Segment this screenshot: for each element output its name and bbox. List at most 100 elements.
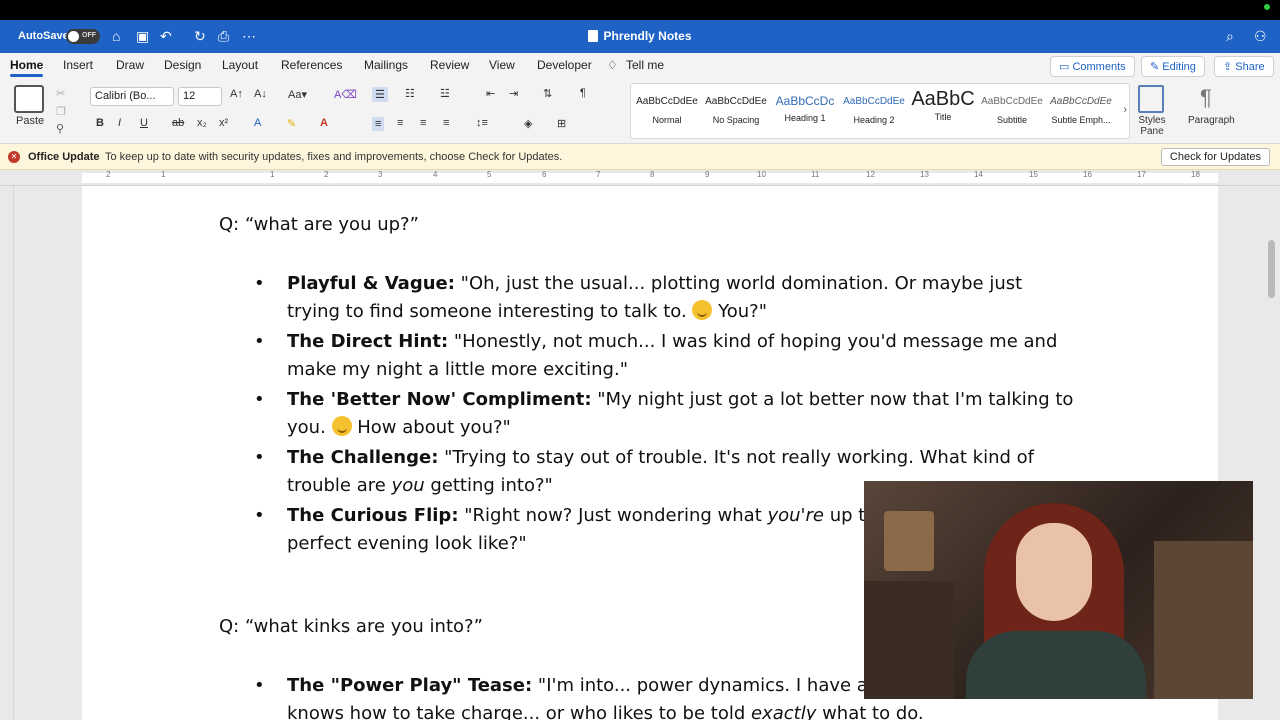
style-subtitle[interactable]: AaBbCcDdEe Subtitle bbox=[978, 88, 1046, 136]
underline-icon[interactable]: U bbox=[140, 117, 148, 129]
copy-icon[interactable]: ❐ bbox=[56, 105, 66, 118]
clear-format-icon[interactable]: A⌫ bbox=[334, 88, 357, 101]
tab-design[interactable]: Design bbox=[164, 58, 201, 72]
tab-view[interactable]: View bbox=[489, 58, 515, 72]
comments-button[interactable]: ▭ Comments bbox=[1050, 56, 1135, 77]
ruler-number: 3 bbox=[378, 170, 383, 179]
ruler-number: 1 bbox=[270, 170, 275, 179]
document-icon bbox=[588, 30, 599, 42]
check-updates-button[interactable]: Check for Updates bbox=[1160, 148, 1270, 166]
align-right-icon[interactable]: ≡ bbox=[420, 117, 426, 129]
tell-me-search[interactable]: Tell me bbox=[626, 58, 664, 72]
ruler-number: 2 bbox=[106, 170, 111, 179]
ruler-number: 8 bbox=[650, 170, 655, 179]
update-notification: ✕ Office Update To keep up to date with … bbox=[0, 144, 1280, 170]
style-title[interactable]: AaBbC Title bbox=[909, 88, 977, 136]
shading-icon[interactable]: ◈ bbox=[524, 117, 532, 130]
title-bar: AutoSave OFF ⌂ ▣ ↶ ↻ ⎙ ⋯ Phrendly Notes … bbox=[0, 20, 1280, 53]
share-people-icon[interactable]: ⚇ bbox=[1254, 28, 1267, 45]
share-icon: ⇪ bbox=[1223, 61, 1236, 73]
italic-icon[interactable]: I bbox=[118, 117, 121, 129]
gallery-next-icon[interactable]: › bbox=[1123, 104, 1127, 116]
editing-button[interactable]: ✎ Editing bbox=[1141, 56, 1205, 77]
font-size-select[interactable]: 12 bbox=[178, 87, 222, 106]
document-title[interactable]: Phrendly Notes bbox=[0, 29, 1280, 43]
shrink-font-icon[interactable]: A↓ bbox=[254, 88, 267, 100]
strikethrough-icon[interactable]: ab bbox=[172, 117, 184, 129]
winking-face-icon bbox=[331, 416, 352, 436]
paste-icon[interactable] bbox=[14, 85, 44, 113]
style-normal[interactable]: AaBbCcDdEe Normal bbox=[633, 88, 701, 136]
tab-mailings[interactable]: Mailings bbox=[364, 58, 408, 72]
ruler-number: 7 bbox=[596, 170, 601, 179]
ruler-number: 1 bbox=[161, 170, 166, 179]
tab-review[interactable]: Review bbox=[430, 58, 469, 72]
status-dot bbox=[1264, 4, 1270, 10]
increase-indent-icon[interactable]: ⇥ bbox=[509, 87, 518, 100]
ruler-number: 16 bbox=[1083, 170, 1092, 179]
cut-icon[interactable]: ✂ bbox=[56, 87, 65, 100]
highlight-icon[interactable]: ✎ bbox=[287, 117, 296, 130]
horizontal-ruler[interactable]: 2 1 1 2 3 4 5 6 7 8 9 10 11 12 13 14 15 … bbox=[0, 170, 1280, 186]
bold-icon[interactable]: B bbox=[96, 117, 104, 129]
ruler-number: 18 bbox=[1191, 170, 1200, 179]
paragraph-icon[interactable]: ¶ bbox=[1200, 85, 1212, 111]
ribbon-home: Paste ✂ ❐ ⚲ Calibri (Bo... 12 A↑ A↓ Aa▾ … bbox=[0, 77, 1280, 144]
subscript-icon[interactable]: x₂ bbox=[197, 117, 207, 129]
tab-draw[interactable]: Draw bbox=[116, 58, 144, 72]
vertical-scrollbar[interactable] bbox=[1268, 240, 1275, 298]
pencil-icon: ✎ bbox=[1150, 61, 1163, 73]
format-painter-icon[interactable]: ⚲ bbox=[56, 122, 64, 135]
sort-icon[interactable]: ⇅ bbox=[543, 87, 552, 100]
ruler-number: 12 bbox=[866, 170, 875, 179]
notification-message: To keep up to date with security updates… bbox=[105, 151, 563, 163]
decrease-indent-icon[interactable]: ⇤ bbox=[486, 87, 495, 100]
align-center-icon[interactable]: ≡ bbox=[397, 117, 403, 129]
ruler-number: 13 bbox=[920, 170, 929, 179]
ruler-number: 10 bbox=[757, 170, 766, 179]
tab-insert[interactable]: Insert bbox=[63, 58, 93, 72]
font-name-select[interactable]: Calibri (Bo... bbox=[90, 87, 174, 106]
font-color-icon[interactable]: A bbox=[320, 117, 328, 129]
style-no-spacing[interactable]: AaBbCcDdEe No Spacing bbox=[702, 88, 770, 136]
style-heading-2[interactable]: AaBbCcDdEe Heading 2 bbox=[840, 88, 908, 136]
share-button[interactable]: ⇪ Share bbox=[1214, 56, 1274, 77]
align-left-icon[interactable]: ≡ bbox=[372, 117, 385, 131]
webcam-overlay bbox=[864, 481, 1253, 699]
superscript-icon[interactable]: x² bbox=[219, 117, 228, 129]
comment-icon: ▭ bbox=[1059, 61, 1073, 73]
dismiss-icon[interactable]: ✕ bbox=[8, 151, 20, 163]
justify-icon[interactable]: ≡ bbox=[443, 117, 449, 129]
numbering-icon[interactable]: ☷ bbox=[405, 87, 415, 100]
tab-references[interactable]: References bbox=[281, 58, 342, 72]
tab-layout[interactable]: Layout bbox=[222, 58, 258, 72]
style-subtle-emphasis[interactable]: AaBbCcDdEe Subtle Emph... bbox=[1047, 88, 1115, 136]
ruler-number: 14 bbox=[974, 170, 983, 179]
tab-home[interactable]: Home bbox=[10, 58, 44, 77]
list-item: The Direct Hint: "Honestly, not much... … bbox=[254, 328, 1074, 384]
ruler-number: 17 bbox=[1137, 170, 1146, 179]
style-heading-1[interactable]: AaBbCcDc Heading 1 bbox=[771, 88, 839, 136]
search-icon[interactable]: ⌕ bbox=[1226, 28, 1234, 45]
text-effects-icon[interactable]: A bbox=[254, 117, 261, 129]
show-formatting-icon[interactable]: ¶ bbox=[580, 87, 586, 99]
question-heading: Q: “what are you up?” bbox=[219, 214, 419, 235]
styles-pane-label: Styles Pane bbox=[1138, 115, 1166, 137]
question-heading: Q: “what kinks are you into?” bbox=[219, 616, 483, 637]
line-spacing-icon[interactable]: ↕≡ bbox=[476, 117, 488, 129]
borders-icon[interactable]: ⊞ bbox=[557, 117, 566, 130]
grow-font-icon[interactable]: A↑ bbox=[230, 88, 243, 100]
menu-bar-strip bbox=[0, 0, 1280, 20]
ruler-number: 2 bbox=[324, 170, 329, 179]
ruler-number: 4 bbox=[433, 170, 438, 179]
styles-pane-icon[interactable] bbox=[1138, 85, 1164, 113]
change-case-icon[interactable]: Aa▾ bbox=[288, 88, 307, 101]
tab-developer[interactable]: Developer bbox=[537, 58, 592, 72]
multilevel-list-icon[interactable]: ☳ bbox=[440, 87, 450, 100]
paragraph-label: Paragraph bbox=[1188, 115, 1235, 126]
ruler-number: 6 bbox=[542, 170, 547, 179]
ruler-number: 5 bbox=[487, 170, 492, 179]
bullets-icon[interactable]: ☰ bbox=[372, 87, 388, 102]
vertical-ruler[interactable] bbox=[0, 186, 14, 720]
styles-gallery: AaBbCcDdEe Normal AaBbCcDdEe No Spacing Aa… bbox=[630, 83, 1130, 139]
